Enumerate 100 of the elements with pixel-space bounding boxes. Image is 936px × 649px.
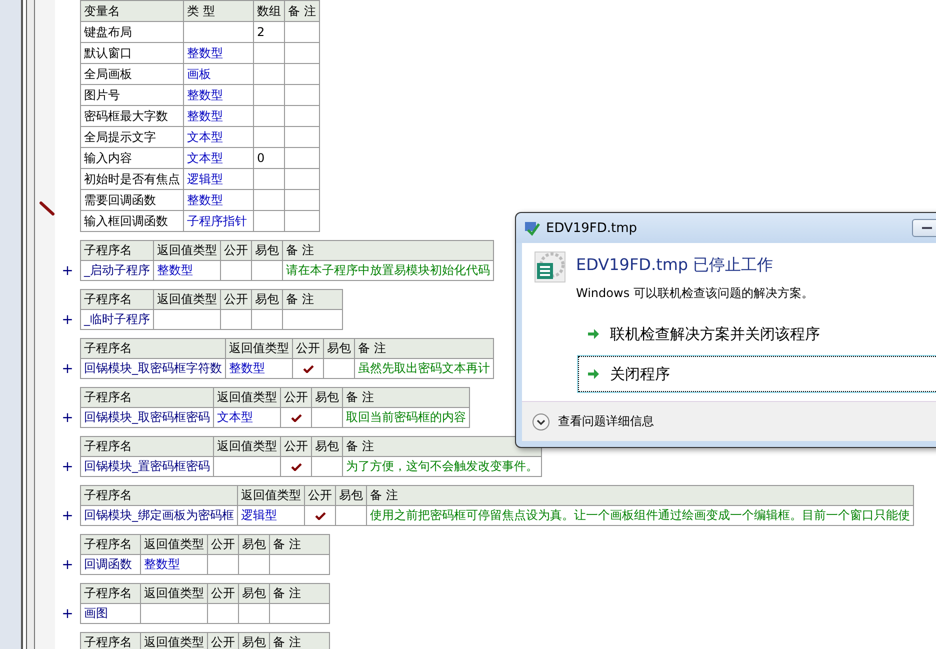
check-icon: [290, 414, 302, 422]
column-header: 易包: [238, 534, 270, 554]
arrow-icon: [587, 328, 600, 340]
table-cell: 请在本子程序中放置易模块初始化代码: [282, 260, 494, 280]
column-header: 子程序名: [80, 632, 140, 649]
table-cell: 逻辑型: [184, 168, 254, 190]
column-header: 返回值类型: [214, 388, 280, 408]
column-header: 公开: [208, 584, 238, 604]
table-cell: 默认窗口: [80, 42, 184, 64]
column-header: 返回值类型: [140, 632, 208, 649]
table-cell: 整数型: [184, 84, 254, 106]
expand-button[interactable]: +: [62, 261, 74, 281]
table-cell: 文本型: [184, 148, 254, 168]
column-header: 数组: [254, 0, 284, 22]
table-cell: [284, 148, 320, 168]
table-cell: 文本型: [214, 408, 280, 428]
column-header: 备 注: [284, 0, 320, 22]
column-header: 备 注: [270, 584, 330, 604]
column-header: 子程序名: [80, 486, 238, 506]
chevron-icon: [532, 412, 550, 430]
column-header: 子程序名: [80, 290, 154, 310]
column-header: 易包: [324, 338, 354, 358]
table-cell: [254, 210, 284, 232]
minimize-button[interactable]: [912, 219, 936, 237]
column-header: 备 注: [342, 436, 542, 456]
column-header: 子程序名: [80, 436, 214, 456]
table-cell: 为了方便，这句不会触发改变事件。: [342, 456, 542, 476]
column-header: 公开: [292, 338, 324, 358]
table-cell: [184, 22, 254, 42]
option-button[interactable]: 关闭程序: [578, 356, 936, 392]
column-header: 返回值类型: [140, 534, 208, 554]
table-cell: 画板: [184, 64, 254, 84]
column-header: 易包: [312, 388, 342, 408]
table-cell: 全局画板: [80, 64, 184, 84]
column-header: 易包: [312, 436, 342, 456]
column-header: 公开: [280, 388, 312, 408]
column-header: 返回值类型: [140, 584, 208, 604]
table-cell: [284, 64, 320, 84]
expand-button[interactable]: +: [62, 555, 74, 575]
column-header: 返回值类型: [154, 240, 220, 260]
minimize-icon: [921, 226, 933, 230]
column-header: 返回值类型: [226, 338, 292, 358]
table-cell: 整数型: [140, 554, 208, 574]
table-cell: [254, 84, 284, 106]
table-cell: 整数型: [154, 260, 220, 280]
column-header: 返回值类型: [154, 290, 220, 310]
expand-button[interactable]: +: [62, 506, 74, 526]
table-cell: 整数型: [184, 190, 254, 210]
expand-button[interactable]: +: [62, 408, 74, 428]
table-cell: 逻辑型: [238, 506, 304, 526]
check-icon: [314, 512, 326, 520]
column-header: 备 注: [354, 338, 494, 358]
table-cell: _启动子程序: [80, 260, 154, 280]
table-cell: 图片号: [80, 84, 184, 106]
arrow-icon: [587, 368, 600, 380]
column-header: 子程序名: [80, 388, 214, 408]
column-header: 公开: [280, 436, 312, 456]
column-header: 公开: [220, 240, 252, 260]
column-header: 公开: [304, 486, 336, 506]
table-cell: 回调函数: [80, 554, 140, 574]
check-icon: [290, 462, 302, 470]
table-cell: _临时子程序: [80, 310, 154, 330]
table-cell: [254, 168, 284, 190]
table-cell: 整数型: [184, 42, 254, 64]
column-header: 子程序名: [80, 534, 140, 554]
table-cell: [284, 126, 320, 148]
table-cell: 2: [254, 22, 284, 42]
table-cell: 0: [254, 148, 284, 168]
table-cell: 键盘布局: [80, 22, 184, 42]
column-header: 返回值类型: [238, 486, 304, 506]
column-header: 备 注: [342, 388, 470, 408]
column-header: 备 注: [282, 290, 342, 310]
table-cell: 文本型: [184, 126, 254, 148]
window-title: EDV19FD.tmp: [546, 220, 638, 236]
expand-button[interactable]: +: [62, 310, 74, 330]
expand-button[interactable]: +: [62, 604, 74, 624]
dialog-message: Windows 可以联机检查该问题的解决方案。: [576, 285, 814, 302]
column-header: 类 型: [184, 0, 254, 22]
expand-button[interactable]: +: [62, 359, 74, 379]
table-cell: 回锅模块_取密码框字符数: [80, 358, 226, 378]
column-header: 易包: [336, 486, 366, 506]
column-header: 备 注: [366, 486, 914, 506]
table-cell: 回锅模块_置密码框密码: [80, 456, 214, 476]
column-header: 公开: [220, 290, 252, 310]
column-header: 公开: [208, 632, 238, 649]
table-cell: 回锅模块_绑定画板为密码框: [80, 506, 238, 526]
column-header: 易包: [238, 584, 270, 604]
table-cell: 需要回调函数: [80, 190, 184, 210]
details-button[interactable]: 查看问题详细信息: [532, 412, 654, 430]
table-cell: [284, 42, 320, 64]
table-cell: [284, 84, 320, 106]
table-cell: [254, 126, 284, 148]
table-cell: [154, 310, 220, 330]
table-cell: [284, 22, 320, 42]
table-cell: [284, 168, 320, 190]
column-header: 备 注: [270, 632, 330, 649]
expand-button[interactable]: +: [62, 457, 74, 477]
table-cell: 使用之前把密码框可停留焦点设为真。让一个画板组件通过绘画变成一个编辑框。目前一个窗口只能使: [366, 506, 914, 526]
table-cell: [284, 210, 320, 232]
table-cell: 全局提示文字: [80, 126, 184, 148]
